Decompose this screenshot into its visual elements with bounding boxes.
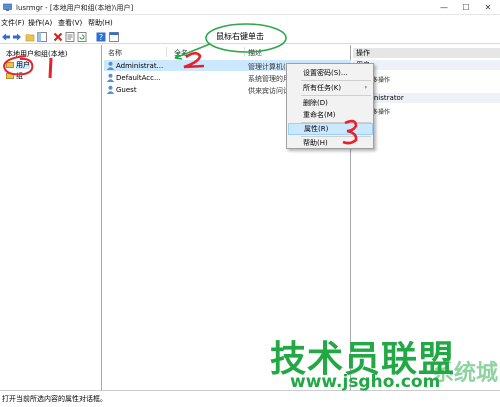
column-divider[interactable] xyxy=(166,47,167,57)
folder-icon xyxy=(6,73,14,79)
user-name: DefaultAcc... xyxy=(116,74,161,82)
maximize-button[interactable]: ☐ xyxy=(455,0,477,15)
user-icon xyxy=(106,73,115,82)
computer-management-icon xyxy=(3,3,12,11)
actions-section-administrator[interactable]: Administrator xyxy=(353,93,500,103)
tree-node-label: 组 xyxy=(16,72,23,80)
menu-item-help[interactable]: 帮助(H) xyxy=(288,137,373,149)
svg-text:?: ? xyxy=(99,33,103,42)
menu-help[interactable]: 帮助(H) xyxy=(88,18,113,28)
user-icon xyxy=(106,85,115,94)
column-divider[interactable] xyxy=(244,47,245,57)
user-icon xyxy=(106,61,115,70)
show-hide-tree-icon[interactable] xyxy=(37,32,47,42)
window-title: lusrmgr - [本地用户和组(本地)\用户] xyxy=(16,4,134,12)
watermark-url: www.jsgho.com xyxy=(290,372,441,392)
forward-arrow-icon[interactable] xyxy=(12,32,22,42)
help-icon[interactable]: ? xyxy=(96,32,106,42)
menu-item-properties[interactable]: 属性(R) xyxy=(288,123,373,135)
back-arrow-icon[interactable] xyxy=(1,32,11,42)
tree-pane: 本地用户和组(本地) 用户 组 xyxy=(0,45,102,390)
minimize-button[interactable]: — xyxy=(433,0,455,15)
menu-item-set-password[interactable]: 设置密码(S)... xyxy=(288,67,373,79)
column-header-name[interactable]: 名称 xyxy=(108,48,122,58)
column-header-fullname[interactable]: 全名 xyxy=(174,48,188,58)
menu-file[interactable]: 文件(F) xyxy=(1,18,25,28)
annotation-callout-text: 鼠标右键单击 xyxy=(216,32,264,41)
menu-item-delete[interactable]: 删除(D) xyxy=(288,97,373,109)
actions-header: 操作 xyxy=(353,48,500,58)
refresh-icon[interactable] xyxy=(77,32,87,42)
menu-item-rename[interactable]: 重命名(M) xyxy=(288,109,373,121)
actions-section-users[interactable]: 用户 xyxy=(353,60,500,70)
status-text: 打开当前所选内容的属性对话框。 xyxy=(2,395,107,403)
menu-item-label: 所有任务(K) xyxy=(303,84,342,92)
menu-action[interactable]: 操作(A) xyxy=(28,18,52,28)
close-button[interactable]: ✕ xyxy=(477,0,499,15)
user-name: Guest xyxy=(116,86,137,94)
tree-node-label: 用户 xyxy=(16,61,30,69)
submenu-arrow-icon: › xyxy=(364,84,367,91)
tree-root[interactable]: 本地用户和组(本地) xyxy=(6,49,67,59)
status-bar: 打开当前所选内容的属性对话框。 xyxy=(0,390,500,407)
menu-bar: 文件(F) 操作(A) 查看(V) 帮助(H) xyxy=(0,16,500,29)
menu-separator xyxy=(301,95,371,96)
watermark-side: 系统城 xyxy=(432,361,499,386)
up-folder-icon[interactable] xyxy=(25,32,35,42)
menu-item-all-tasks[interactable]: 所有任务(K) › xyxy=(288,82,373,94)
user-name: Administrat... xyxy=(116,62,164,70)
menu-separator xyxy=(301,80,371,81)
menu-view[interactable]: 查看(V) xyxy=(58,18,82,28)
tree-node-users[interactable]: 用户 xyxy=(6,60,30,69)
tree-node-groups[interactable]: 组 xyxy=(6,71,23,80)
delete-icon[interactable] xyxy=(53,32,63,42)
properties-icon[interactable] xyxy=(65,32,75,42)
context-menu: 设置密码(S)... 所有任务(K) › 删除(D) 重命名(M) 属性(R) … xyxy=(286,63,374,149)
console-icon[interactable] xyxy=(109,32,119,42)
title-bar: lusrmgr - [本地用户和组(本地)\用户] — ☐ ✕ xyxy=(0,0,500,15)
column-header-description[interactable]: 描述 xyxy=(248,48,262,58)
folder-icon xyxy=(6,62,14,68)
